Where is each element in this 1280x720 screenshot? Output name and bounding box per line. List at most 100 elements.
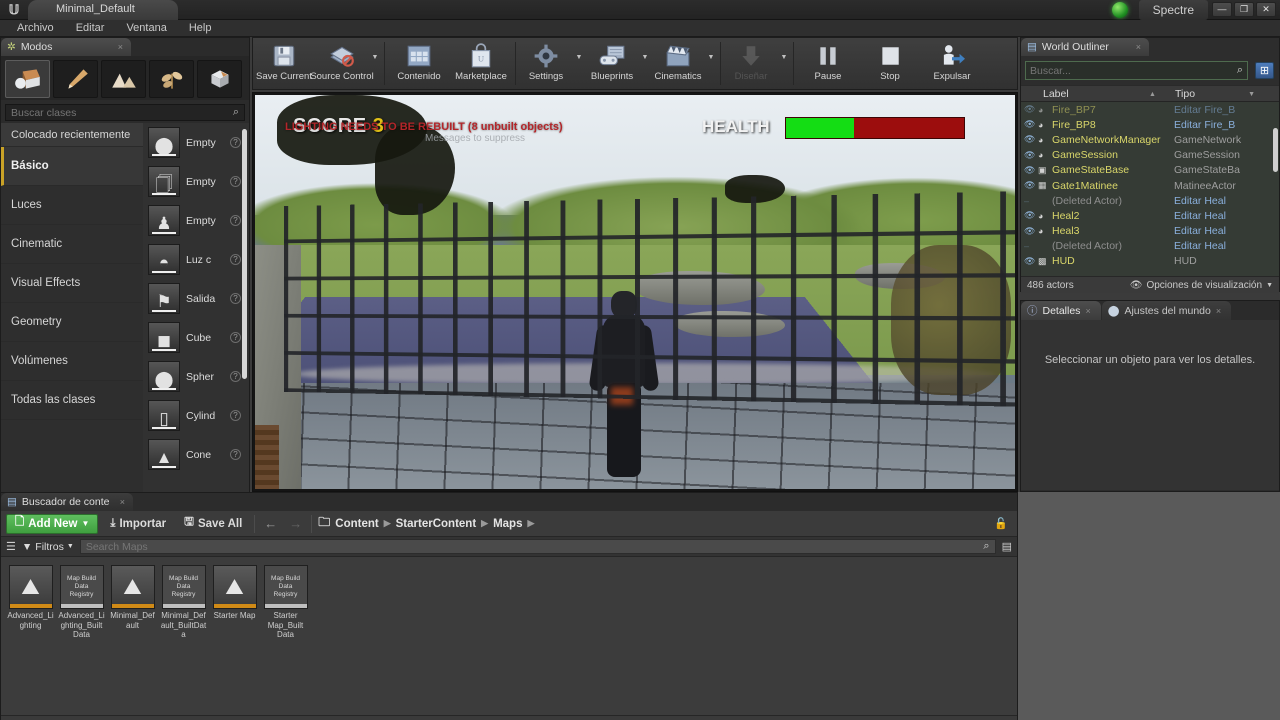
close-button[interactable]: ✕ <box>1256 2 1276 17</box>
save-current-button[interactable]: Save Current <box>253 38 315 89</box>
category-visual-effects[interactable]: Visual Effects <box>1 264 143 303</box>
save-all-button[interactable]: 🖫 Save All <box>178 514 248 533</box>
actor-type[interactable]: Editar Heal <box>1174 225 1279 237</box>
maximize-button[interactable]: ❐ <box>1234 2 1254 17</box>
outliner-view-options-button[interactable]: 👁 Opciones de visualización ▼ <box>1130 280 1273 291</box>
help-icon[interactable]: ? <box>230 332 241 343</box>
content-search-input[interactable] <box>85 540 984 553</box>
table-row[interactable]: – (Deleted Actor) Editar Heal <box>1021 239 1279 254</box>
modes-scrollbar[interactable] <box>242 129 247 379</box>
modes-search-row[interactable]: ⌕ <box>5 104 245 121</box>
table-row[interactable]: 👁 ◕ Fire_BP7 Editar Fire_B <box>1021 102 1279 117</box>
asset-cell[interactable]: Map Build Data Registry Advanced_Lightin… <box>58 565 105 640</box>
paint-mode-icon[interactable] <box>53 60 98 98</box>
column-header-label[interactable]: Label ▲ <box>1021 88 1171 100</box>
list-item[interactable]: ⬤ Spher? <box>143 357 249 396</box>
arrow-right-icon[interactable]: → <box>286 516 305 531</box>
eye-icon[interactable]: 👁 <box>1024 256 1038 267</box>
asset-cell[interactable]: Map Build Data Registry Minimal_Default_… <box>160 565 207 640</box>
breadcrumb-maps[interactable]: Maps <box>493 518 522 530</box>
modes-tab[interactable]: ✲ Modos × <box>1 38 131 56</box>
world-outliner-tab[interactable]: ▤ World Outliner × <box>1021 38 1149 56</box>
blueprints-dropdown-caret[interactable]: ▼ <box>639 38 651 89</box>
category-geometry[interactable]: Geometry <box>1 303 143 342</box>
add-new-button[interactable]: 🗋 Add New ▼ <box>6 513 99 534</box>
landscape-mode-icon[interactable] <box>101 60 146 98</box>
help-icon[interactable]: ? <box>230 293 241 304</box>
menu-help[interactable]: Help <box>178 21 223 35</box>
actor-type[interactable]: Editar Fire_B <box>1174 119 1279 131</box>
list-item[interactable]: ◓ Luz c? <box>143 240 249 279</box>
project-tab[interactable]: Minimal_Default <box>28 0 178 20</box>
help-icon[interactable]: ? <box>230 371 241 382</box>
table-row[interactable]: 👁 ▣ GameStateBase GameStateBa <box>1021 163 1279 178</box>
close-icon[interactable]: × <box>1136 42 1141 52</box>
modes-search-input[interactable] <box>11 106 233 119</box>
geometry-mode-icon[interactable] <box>197 60 242 98</box>
category-colocado-recientemente[interactable]: Colocado recientemente <box>1 123 143 147</box>
blueprints-button[interactable]: Blueprints <box>585 38 639 89</box>
help-icon[interactable]: ? <box>230 254 241 265</box>
outliner-search-input[interactable] <box>1030 64 1237 77</box>
settings-button[interactable]: Settings <box>519 38 573 89</box>
eye-icon-hidden[interactable]: – <box>1024 196 1038 206</box>
actor-type[interactable]: Editar Heal <box>1174 195 1279 207</box>
level-viewport[interactable]: SCORE 3 HEALTH LIGHTING NEEDS TO BE REBU… <box>252 92 1018 492</box>
asset-cell[interactable]: Map Build Data Registry Starter Map_Buil… <box>262 565 309 640</box>
table-row[interactable]: 👁 ◕ Fire_BP8 Editar Fire_B <box>1021 117 1279 132</box>
add-actor-icon[interactable]: ⊞ <box>1255 62 1274 79</box>
eye-icon[interactable]: 👁 <box>1024 210 1038 221</box>
help-icon[interactable]: ? <box>230 410 241 421</box>
eye-icon[interactable]: 👁 <box>1024 165 1038 176</box>
help-icon[interactable]: ? <box>230 137 241 148</box>
marketplace-button[interactable]: U Marketplace <box>450 38 512 89</box>
help-icon[interactable]: ? <box>230 176 241 187</box>
lock-icon[interactable]: 🔓 <box>994 517 1012 530</box>
close-icon[interactable]: × <box>1085 306 1090 316</box>
list-item[interactable]: ⚑ Salida? <box>143 279 249 318</box>
close-icon[interactable]: × <box>118 42 123 52</box>
list-item[interactable]: ◼ Cube? <box>143 318 249 357</box>
tab-detalles[interactable]: ⓘ Detalles × <box>1021 301 1101 320</box>
place-mode-icon[interactable] <box>5 60 50 98</box>
list-item[interactable]: ▲ Cone? <box>143 435 249 474</box>
list-item[interactable]: ⬤ Empty? <box>143 123 249 162</box>
category-basico[interactable]: Básico <box>1 147 143 186</box>
asset-cell[interactable]: ⛰ Starter Map <box>211 565 258 640</box>
eye-icon[interactable]: 👁 <box>1024 104 1038 115</box>
stop-button[interactable]: Stop <box>859 38 921 89</box>
expulsar-button[interactable]: Expulsar <box>921 38 983 89</box>
disenar-dropdown-caret[interactable]: ▼ <box>778 38 790 89</box>
table-row[interactable]: 👁 ◕ GameSession GameSession <box>1021 148 1279 163</box>
close-icon[interactable]: × <box>1216 306 1221 316</box>
content-search-row[interactable]: ⌕ <box>79 539 996 554</box>
breadcrumb-content[interactable]: Content <box>335 518 378 530</box>
cinematics-button[interactable]: Cinematics <box>651 38 705 89</box>
column-header-tipo[interactable]: Tipo ▼ <box>1171 88 1279 100</box>
eye-icon-hidden[interactable]: – <box>1024 241 1038 251</box>
contenido-button[interactable]: Contenido <box>388 38 450 89</box>
actor-type[interactable]: Editar Heal <box>1174 210 1279 222</box>
help-icon[interactable]: ? <box>230 449 241 460</box>
eye-icon[interactable]: 👁 <box>1024 180 1038 191</box>
category-todas-las-clases[interactable]: Todas las clases <box>1 381 143 420</box>
disenar-button[interactable]: Diseñar <box>724 38 778 89</box>
eye-icon[interactable]: 👁 <box>1024 134 1038 145</box>
minimize-button[interactable]: — <box>1212 2 1232 17</box>
filters-button[interactable]: ▼ Filtros ▼ <box>22 541 74 553</box>
category-volumenes[interactable]: Volúmenes <box>1 342 143 381</box>
menu-archivo[interactable]: Archivo <box>6 21 65 35</box>
actor-type[interactable]: Editar Fire_B <box>1174 104 1279 116</box>
table-row[interactable]: 👁 ◕ Heal2 Editar Heal <box>1021 208 1279 223</box>
table-row[interactable]: 👁 ▦ Gate1Matinee MatineeActor <box>1021 178 1279 193</box>
menu-editar[interactable]: Editar <box>65 21 116 35</box>
asset-cell[interactable]: ⛰ Advanced_Lighting <box>7 565 54 640</box>
list-item[interactable]: ▯ Cylind? <box>143 396 249 435</box>
tab-ajustes-del-mundo[interactable]: ⬤ Ajustes del mundo × <box>1101 301 1232 320</box>
eye-icon[interactable]: 👁 <box>1024 150 1038 161</box>
foliage-mode-icon[interactable] <box>149 60 194 98</box>
category-cinematic[interactable]: Cinematic <box>1 225 143 264</box>
help-icon[interactable]: ? <box>230 215 241 226</box>
eye-icon[interactable]: 👁 <box>1024 119 1038 130</box>
import-button[interactable]: ⤓ Importar <box>104 517 172 530</box>
